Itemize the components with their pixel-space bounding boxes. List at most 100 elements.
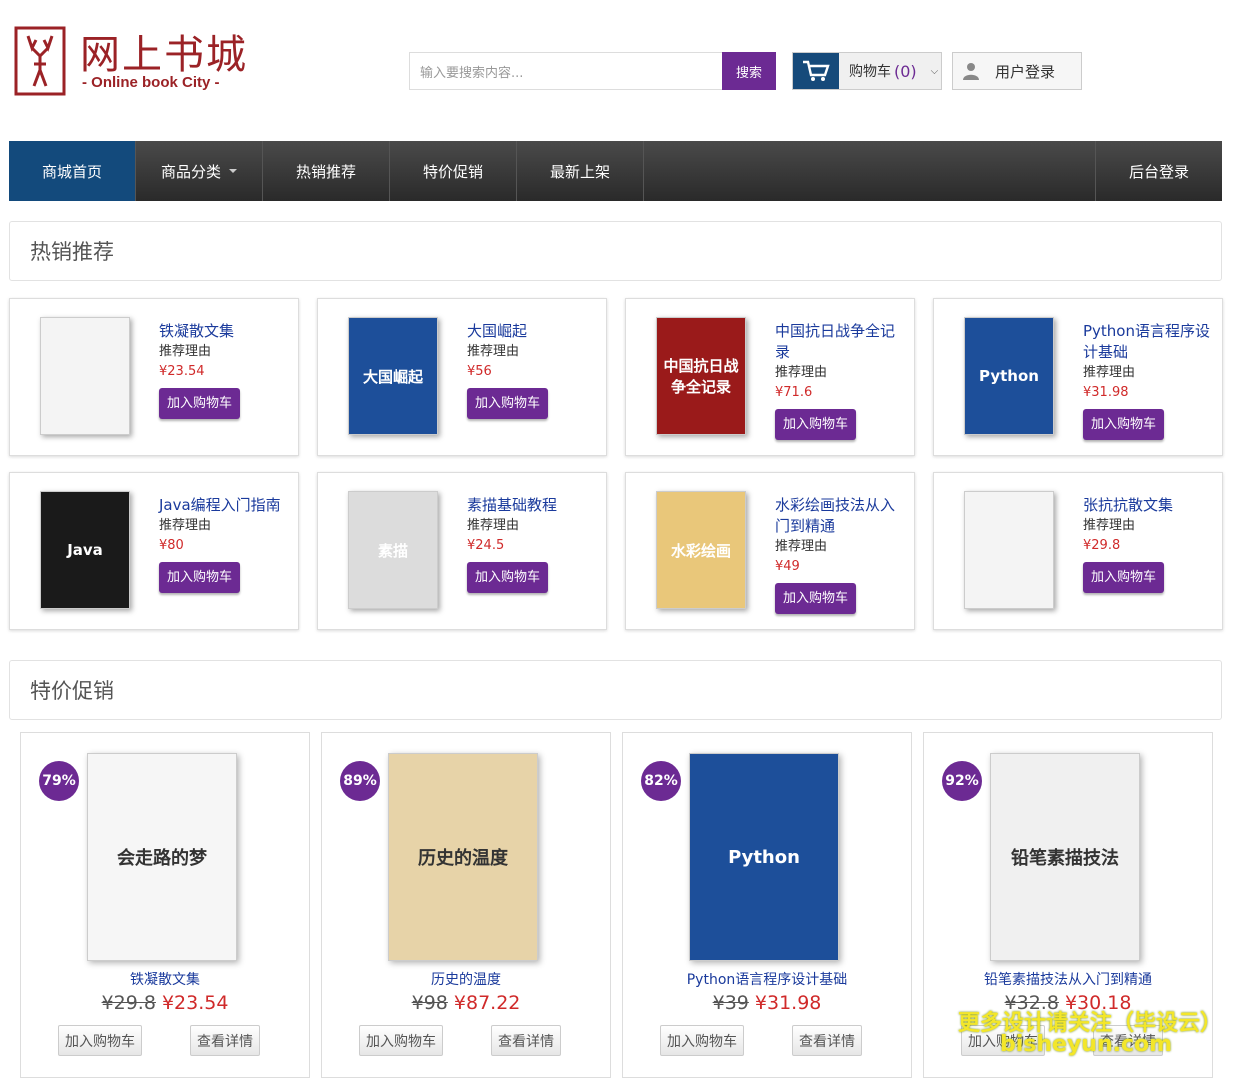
view-details-button[interactable]: 查看详情 xyxy=(792,1025,862,1056)
book-cover-image[interactable]: 会走路的梦 xyxy=(87,753,237,961)
add-to-cart-button[interactable]: 加入购物车 xyxy=(775,409,857,440)
book-cover-image[interactable]: 中国抗日战争全记录 xyxy=(656,317,746,435)
book-title-link[interactable]: 中国抗日战争全记录 xyxy=(775,321,907,363)
sale-price: ¥87.22 xyxy=(453,992,521,1014)
add-to-cart-button[interactable]: 加入购物车 xyxy=(1083,562,1165,593)
watermark-url: bisheyun.com xyxy=(1000,1032,1173,1057)
nav-sale-label: 特价促销 xyxy=(422,162,483,181)
book-title-link[interactable]: 张抗抗散文集 xyxy=(1083,495,1215,516)
book-title-link[interactable]: 水彩绘画技法从入门到精通 xyxy=(775,495,907,537)
book-title-link[interactable]: 铅笔素描技法从入门到精通 xyxy=(924,969,1212,989)
sale-price: ¥31.98 xyxy=(754,992,822,1014)
chevron-down-icon: ⌵ xyxy=(930,65,939,77)
book-cover-image[interactable]: 水彩绘画 xyxy=(656,491,746,609)
hot-book-card[interactable]: 张抗抗散文集推荐理由 ¥29.8 加入购物车 xyxy=(933,472,1223,630)
book-cover-text: Java xyxy=(67,541,103,559)
book-title-link[interactable]: Java编程入门指南 xyxy=(159,495,291,516)
book-cover-text: 中国抗日战争全记录 xyxy=(663,357,739,396)
discount-badge: 89% xyxy=(340,761,380,801)
hot-book-card[interactable]: 素描 素描基础教程 推荐理由 ¥24.5 加入购物车 xyxy=(317,472,607,630)
main-nav: 商城首页 商品分类 热销推荐 特价促销 最新上架 后台登录 xyxy=(9,141,1222,201)
user-login-button[interactable]: 用户登录 xyxy=(952,52,1082,90)
add-to-cart-button[interactable]: 加入购物车 xyxy=(660,1025,744,1056)
book-cover-text: 素描 xyxy=(377,541,408,560)
add-to-cart-button[interactable]: 加入购物车 xyxy=(359,1025,443,1056)
nav-sale[interactable]: 特价促销 xyxy=(390,141,517,201)
book-title-link[interactable]: Python语言程序设计基础 xyxy=(1083,321,1215,363)
book-recommend-reason: 推荐理由 xyxy=(159,344,212,359)
hot-section-header: 热销推荐 xyxy=(9,221,1222,281)
book-recommend-reason: 推荐理由 xyxy=(159,518,212,533)
nav-categories[interactable]: 商品分类 xyxy=(136,141,263,201)
book-recommend-reason: 推荐理由 xyxy=(1083,518,1136,533)
add-to-cart-button[interactable]: 加入购物车 xyxy=(159,388,241,419)
sale-book-card[interactable]: 79% 会走路的梦 铁凝散文集 ¥29.8 ¥23.54 加入购物车 查看详情 xyxy=(20,732,310,1078)
nav-admin-login[interactable]: 后台登录 xyxy=(1095,141,1222,201)
nav-hot-label: 热销推荐 xyxy=(295,162,356,181)
book-cover-image[interactable] xyxy=(964,491,1054,609)
hot-book-card[interactable]: 水彩绘画 水彩绘画技法从入门到精通 推荐理由 ¥49 加入购物车 xyxy=(625,472,915,630)
add-to-cart-button[interactable]: 加入购物车 xyxy=(467,562,549,593)
view-details-button[interactable]: 查看详情 xyxy=(491,1025,561,1056)
book-cover-image[interactable]: Python xyxy=(964,317,1054,435)
hot-book-card[interactable]: 大国崛起 大国崛起 推荐理由 ¥56 加入购物车 xyxy=(317,298,607,456)
discount-badge: 79% xyxy=(39,761,79,801)
nav-admin-label: 后台登录 xyxy=(1128,162,1189,181)
add-to-cart-button[interactable]: 加入购物车 xyxy=(1083,409,1165,440)
book-title-link[interactable]: 铁凝散文集 xyxy=(159,321,291,342)
book-price: ¥23.54 xyxy=(159,364,205,379)
book-cover-image[interactable]: Java xyxy=(40,491,130,609)
search-input[interactable]: 输入要搜索内容... xyxy=(409,52,723,90)
hot-book-card[interactable]: 铁凝散文集推荐理由 ¥23.54 加入购物车 xyxy=(9,298,299,456)
logo-english-subtitle: - Online book City - xyxy=(82,74,220,91)
search-button[interactable]: 搜索 xyxy=(722,52,776,90)
nav-home[interactable]: 商城首页 xyxy=(9,141,136,201)
sale-book-card[interactable]: 82% Python Python语言程序设计基础 ¥39 ¥31.98 加入购物车 查看详… xyxy=(622,732,912,1078)
book-cover-text: Python xyxy=(728,846,800,868)
discount-badge: 92% xyxy=(942,761,982,801)
book-price: ¥98 ¥87.22 xyxy=(322,992,610,1014)
deer-logo-icon xyxy=(14,26,66,96)
book-cover-image[interactable]: 大国崛起 xyxy=(348,317,438,435)
book-price: ¥39 ¥31.98 xyxy=(623,992,911,1014)
cart-button[interactable]: 购物车 (0) ⌵ xyxy=(792,52,942,90)
book-cover-image[interactable]: Python xyxy=(689,753,839,961)
book-title-link[interactable]: 历史的温度 xyxy=(322,969,610,989)
hot-book-card[interactable]: 中国抗日战争全记录 中国抗日战争全记录 推荐理由 ¥71.6 加入购物车 xyxy=(625,298,915,456)
logo-chinese-title: 网上书城 xyxy=(80,32,248,78)
add-to-cart-button[interactable]: 加入购物车 xyxy=(467,388,549,419)
add-to-cart-button[interactable]: 加入购物车 xyxy=(775,583,857,614)
cart-label: 购物车 xyxy=(849,64,891,80)
book-price: ¥71.6 xyxy=(775,385,813,400)
book-title-link[interactable]: 素描基础教程 xyxy=(467,495,599,516)
book-cover-image[interactable]: 素描 xyxy=(348,491,438,609)
caret-down-icon xyxy=(229,169,237,173)
add-to-cart-button[interactable]: 加入购物车 xyxy=(159,562,241,593)
book-cover-text: 历史的温度 xyxy=(418,848,508,869)
book-cover-image[interactable] xyxy=(40,317,130,435)
nav-hot[interactable]: 热销推荐 xyxy=(263,141,390,201)
book-title-link[interactable]: Python语言程序设计基础 xyxy=(623,969,911,989)
user-icon xyxy=(961,61,981,81)
book-cover-image[interactable]: 历史的温度 xyxy=(388,753,538,961)
user-login-label: 用户登录 xyxy=(995,62,1056,81)
view-details-button[interactable]: 查看详情 xyxy=(190,1025,260,1056)
sale-section-title: 特价促销 xyxy=(30,679,114,703)
book-title-link[interactable]: 铁凝散文集 xyxy=(21,969,309,989)
nav-new[interactable]: 最新上架 xyxy=(517,141,644,201)
nav-categories-label: 商品分类 xyxy=(160,162,221,181)
original-price: ¥29.8 xyxy=(101,992,156,1014)
sale-book-card[interactable]: 89% 历史的温度 历史的温度 ¥98 ¥87.22 加入购物车 查看详情 xyxy=(321,732,611,1078)
book-recommend-reason: 推荐理由 xyxy=(467,344,520,359)
hot-book-card[interactable]: Java Java编程入门指南 推荐理由 ¥80 加入购物车 xyxy=(9,472,299,630)
add-to-cart-button[interactable]: 加入购物车 xyxy=(58,1025,142,1056)
book-title-link[interactable]: 大国崛起 xyxy=(467,321,599,342)
book-cover-text: 会走路的梦 xyxy=(117,848,207,869)
original-price: ¥39 xyxy=(712,992,749,1014)
book-cover-image[interactable]: 铅笔素描技法 xyxy=(990,753,1140,961)
book-cover-text: 水彩绘画 xyxy=(670,541,731,560)
sale-section-header: 特价促销 xyxy=(9,660,1222,720)
hot-book-card[interactable]: Python Python语言程序设计基础 推荐理由 ¥31.98 加入购物车 xyxy=(933,298,1223,456)
book-price: ¥29.8 xyxy=(1083,538,1121,553)
book-recommend-reason: 推荐理由 xyxy=(775,539,828,554)
